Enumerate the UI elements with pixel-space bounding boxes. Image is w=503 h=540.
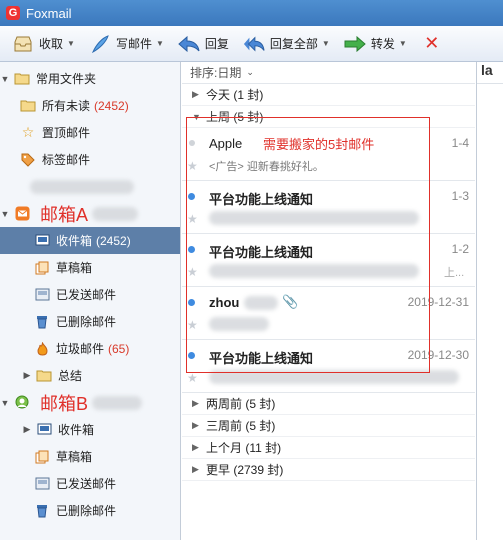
title-bar: G Foxmail: [0, 0, 503, 26]
expand-triangle-icon[interactable]: ▶: [192, 89, 206, 100]
chevron-down-icon: ⌄: [246, 67, 254, 77]
redacted-text: [92, 395, 143, 410]
star-icon[interactable]: ★: [187, 212, 198, 226]
receive-button[interactable]: 收取 ▼: [12, 34, 75, 54]
feather-pen-icon: [89, 34, 111, 54]
unread-dot: [188, 246, 195, 253]
folder-summary-a[interactable]: ▶ 总结: [0, 362, 180, 389]
compose-button[interactable]: 写邮件 ▼: [89, 34, 164, 54]
preview-pane: la: [476, 62, 503, 540]
collapse-triangle-icon[interactable]: ▼: [192, 112, 206, 122]
delete-button[interactable]: ✕: [421, 33, 448, 54]
redacted-text: [30, 179, 134, 194]
reply-arrow-icon: [178, 34, 200, 54]
star-icon[interactable]: ★: [187, 159, 198, 173]
chevron-down-icon[interactable]: ▼: [67, 39, 75, 48]
preview-title: la: [477, 62, 503, 84]
group-two-weeks[interactable]: ▶ 两周前 (5 封): [182, 393, 475, 415]
folder-deleted-a[interactable]: 已删除邮件: [0, 308, 180, 335]
contacts-account-icon: [14, 395, 30, 410]
unread-dot: [188, 299, 195, 306]
folder-icon: [20, 99, 36, 113]
collapse-triangle-icon[interactable]: ▼: [0, 209, 10, 219]
star-icon: ☆: [21, 124, 35, 140]
unread-dot: [188, 193, 195, 200]
mail-item[interactable]: ★ 平台功能上线通知 2019-12-30: [182, 340, 475, 393]
trash-icon: [34, 504, 50, 518]
folder-drafts-b[interactable]: 草稿箱: [0, 443, 180, 470]
trash-icon: [34, 315, 50, 329]
forward-arrow-icon: [344, 34, 366, 54]
redacted-text: [209, 317, 269, 331]
expand-triangle-icon[interactable]: ▶: [192, 420, 206, 431]
mail-item[interactable]: ★ 平台功能上线通知 1-3: [182, 181, 475, 234]
redacted-text: [92, 206, 139, 221]
folder-icon: [14, 72, 30, 86]
folder-drafts-a[interactable]: 草稿箱: [0, 254, 180, 281]
sent-icon: [34, 288, 50, 302]
sort-dropdown[interactable]: 排序:日期 ⌄: [182, 62, 475, 84]
foxmail-logo-icon: G: [6, 6, 20, 20]
folder-icon: [36, 369, 52, 383]
group-last-month[interactable]: ▶ 上个月 (11 封): [182, 437, 475, 459]
drafts-icon: [34, 261, 50, 275]
reply-all-arrow-icon: [243, 34, 265, 54]
folder-sidebar: ▼ 常用文件夹 所有未读 (2452) ☆ 置顶邮件 标签邮件 ▼ 邮箱A 收件…: [0, 62, 181, 540]
chevron-down-icon[interactable]: ▼: [322, 39, 330, 48]
folder-sent-b[interactable]: 已发送邮件: [0, 470, 180, 497]
folder-inbox-a[interactable]: 收件箱 (2452): [0, 227, 180, 254]
reply-all-button[interactable]: 回复全部 ▼: [243, 34, 330, 54]
toolbar: 收取 ▼ 写邮件 ▼ 回复 回复全部 ▼ 转发 ▼ ✕: [0, 26, 503, 62]
drafts-icon: [34, 450, 50, 464]
folder-pinned[interactable]: ☆ 置顶邮件: [0, 119, 180, 146]
redacted-text: [209, 211, 419, 225]
redacted-row: [0, 173, 180, 200]
inbox-icon: [36, 423, 52, 437]
fire-icon: [34, 341, 50, 356]
mail-account-icon: [14, 206, 30, 221]
redacted-text: [209, 370, 459, 384]
inbox-icon: [34, 234, 50, 248]
app-title: Foxmail: [26, 5, 72, 21]
delete-x-icon: ✕: [424, 33, 440, 53]
collapse-triangle-icon[interactable]: ▼: [0, 74, 10, 84]
star-icon[interactable]: ★: [187, 318, 198, 332]
tag-icon: [20, 153, 36, 167]
chevron-down-icon[interactable]: ▼: [156, 39, 164, 48]
attachment-icon: 📎: [282, 294, 299, 309]
chevron-down-icon[interactable]: ▼: [399, 39, 407, 48]
collapse-triangle-icon[interactable]: ▼: [0, 398, 10, 408]
group-today[interactable]: ▶ 今天 (1 封): [182, 84, 475, 106]
group-last-week[interactable]: ▼ 上周 (5 封): [182, 106, 475, 128]
sent-icon: [34, 477, 50, 491]
folder-common[interactable]: ▼ 常用文件夹: [0, 65, 180, 92]
star-icon[interactable]: ★: [187, 371, 198, 385]
expand-triangle-icon[interactable]: ▶: [192, 398, 206, 409]
mail-item[interactable]: ★ zhou 📎 2019-12-31: [182, 287, 475, 340]
folder-junk-a[interactable]: 垃圾邮件 (65): [0, 335, 180, 362]
folder-all-unread[interactable]: 所有未读 (2452): [0, 92, 180, 119]
reply-button[interactable]: 回复: [178, 34, 229, 54]
folder-sent-a[interactable]: 已发送邮件: [0, 281, 180, 308]
group-three-weeks[interactable]: ▶ 三周前 (5 封): [182, 415, 475, 437]
inbox-tray-icon: [12, 34, 34, 54]
expand-triangle-icon[interactable]: ▶: [22, 424, 32, 435]
account-a[interactable]: ▼ 邮箱A: [0, 200, 180, 227]
folder-inbox-b[interactable]: ▶ 收件箱: [0, 416, 180, 443]
annotation-note: 需要搬家的5封邮件: [263, 137, 375, 152]
expand-triangle-icon[interactable]: ▶: [192, 464, 206, 475]
expand-triangle-icon[interactable]: ▶: [192, 442, 206, 453]
account-b[interactable]: ▼ 邮箱B: [0, 389, 180, 416]
expand-triangle-icon[interactable]: ▶: [22, 370, 32, 381]
mail-item[interactable]: ★ 平台功能上线通知 1-2 上...: [182, 234, 475, 287]
read-status-dot: [189, 140, 195, 146]
group-earlier[interactable]: ▶ 更早 (2739 封): [182, 459, 475, 481]
redacted-text: [209, 264, 419, 278]
redacted-text: [244, 296, 278, 310]
folder-deleted-b[interactable]: 已删除邮件: [0, 497, 180, 524]
unread-dot: [188, 352, 195, 359]
star-icon[interactable]: ★: [187, 265, 198, 279]
folder-tagged[interactable]: 标签邮件: [0, 146, 180, 173]
forward-button[interactable]: 转发 ▼: [344, 34, 407, 54]
